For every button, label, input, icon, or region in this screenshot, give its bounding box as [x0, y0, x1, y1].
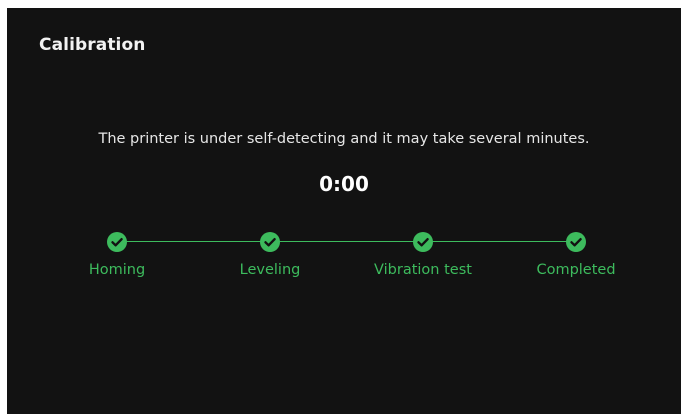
check-icon	[566, 232, 586, 252]
check-icon	[107, 232, 127, 252]
step-label: Homing	[88, 262, 146, 278]
check-icon	[413, 232, 433, 252]
step-label: Completed	[536, 262, 616, 278]
elapsed-timer: 0:00	[319, 172, 369, 196]
step-leveling: Leveling	[200, 232, 340, 292]
step-homing: Homing	[47, 232, 187, 292]
calibration-screen: Calibration The printer is under self-de…	[7, 8, 681, 414]
step-vibration-test: Vibration test	[353, 232, 493, 292]
step-completed: Completed	[506, 232, 646, 292]
step-label: Vibration test	[374, 262, 472, 278]
check-icon	[260, 232, 280, 252]
page-title: Calibration	[39, 35, 146, 55]
status-message: The printer is under self-detecting and …	[98, 131, 590, 147]
step-label: Leveling	[239, 262, 301, 278]
